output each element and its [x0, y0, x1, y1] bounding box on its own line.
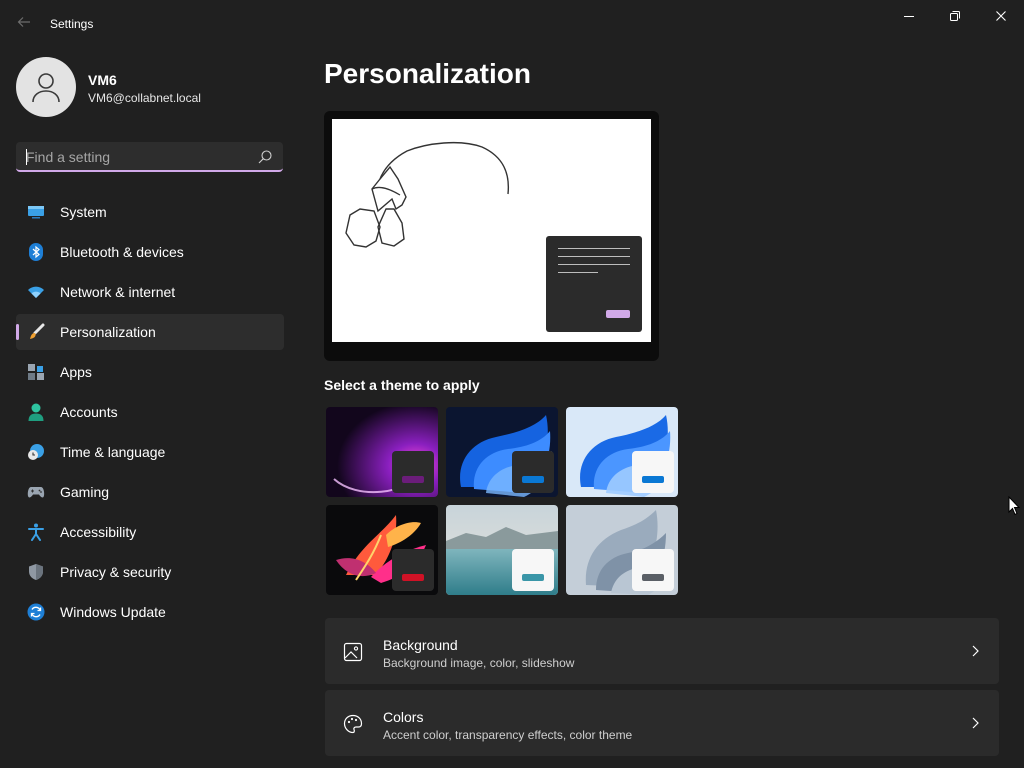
sidebar-item-network[interactable]: Network & internet: [16, 274, 284, 310]
sidebar-item-label: Apps: [60, 364, 92, 380]
sidebar-item-label: Privacy & security: [60, 564, 172, 580]
apps-icon: [27, 363, 45, 381]
card-title: Colors: [383, 709, 424, 725]
sidebar-item-apps[interactable]: Apps: [16, 354, 284, 390]
sidebar-item-label: Gaming: [60, 484, 110, 500]
sidebar-item-label: Bluetooth & devices: [60, 244, 184, 260]
sidebar-nav: System Bluetooth & devices Network & int…: [16, 194, 284, 634]
sidebar-item-windows-update[interactable]: Windows Update: [16, 594, 284, 630]
sidebar-item-time-language[interactable]: Time & language: [16, 434, 284, 470]
card-subtitle: Accent color, transparency effects, colo…: [383, 728, 633, 742]
search-input[interactable]: [26, 147, 246, 167]
wifi-icon: [27, 283, 45, 301]
theme-mini-window: [632, 451, 674, 493]
theme-mini-window: [392, 549, 434, 591]
title-bar: Settings: [0, 0, 1024, 48]
avatar[interactable]: [16, 57, 76, 117]
selection-indicator: [16, 324, 19, 340]
search-box[interactable]: [16, 142, 283, 172]
theme-thumbnail[interactable]: [566, 505, 678, 595]
window-title: Settings: [50, 17, 94, 31]
minimize-button[interactable]: [886, 0, 932, 32]
bluetooth-icon: [27, 243, 45, 261]
sidebar-item-gaming[interactable]: Gaming: [16, 474, 284, 510]
theme-thumbnail[interactable]: [446, 407, 558, 497]
restore-button[interactable]: [932, 0, 978, 32]
sidebar-item-label: Accounts: [60, 404, 118, 420]
sidebar-item-label: System: [60, 204, 107, 220]
sidebar-item-label: Accessibility: [60, 524, 137, 540]
sidebar-item-personalization[interactable]: Personalization: [16, 314, 284, 350]
background-card[interactable]: Background Background image, color, slid…: [325, 618, 999, 684]
image-icon: [343, 642, 363, 662]
close-icon: [996, 11, 1006, 21]
theme-thumbnail[interactable]: [446, 505, 558, 595]
themes-heading: Select a theme to apply: [324, 377, 480, 393]
sidebar-item-bluetooth[interactable]: Bluetooth & devices: [16, 234, 284, 270]
gamepad-icon: [27, 483, 45, 501]
theme-mini-window: [632, 549, 674, 591]
sidebar-item-label: Time & language: [60, 444, 166, 460]
sidebar-item-system[interactable]: System: [16, 194, 284, 230]
preview-accent-button: [606, 310, 630, 318]
update-icon: [27, 603, 45, 621]
close-button[interactable]: [978, 0, 1024, 32]
theme-thumbnail[interactable]: [326, 407, 438, 497]
text-caret: [26, 149, 27, 165]
accessibility-icon: [27, 523, 45, 541]
palette-icon: [343, 714, 363, 734]
back-arrow-icon[interactable]: [14, 14, 34, 34]
minimize-icon: [904, 16, 914, 17]
sidebar-item-accounts[interactable]: Accounts: [16, 394, 284, 430]
brush-icon: [27, 323, 45, 341]
shield-icon: [27, 563, 45, 581]
theme-mini-window: [392, 451, 434, 493]
sidebar-item-accessibility[interactable]: Accessibility: [16, 514, 284, 550]
sidebar-item-label: Windows Update: [60, 604, 166, 620]
user-email: VM6@collabnet.local: [88, 91, 201, 105]
sidebar-item-privacy[interactable]: Privacy & security: [16, 554, 284, 590]
chevron-right-icon: [972, 717, 979, 729]
card-subtitle: Background image, color, slideshow: [383, 656, 575, 670]
theme-thumbnail[interactable]: [326, 505, 438, 595]
user-name: VM6: [88, 72, 117, 88]
theme-thumbnail[interactable]: [566, 407, 678, 497]
mouse-cursor-icon: [1008, 496, 1020, 516]
search-icon[interactable]: [257, 149, 273, 165]
preview-window: [546, 236, 642, 332]
page-title: Personalization: [324, 58, 531, 89]
sidebar-item-label: Network & internet: [60, 284, 176, 300]
chevron-right-icon: [972, 645, 979, 657]
colors-card[interactable]: Colors Accent color, transparency effect…: [325, 690, 999, 756]
restore-icon: [950, 11, 960, 21]
system-icon: [27, 203, 45, 221]
accounts-icon: [27, 403, 45, 421]
theme-mini-window: [512, 451, 554, 493]
user-icon: [32, 73, 60, 103]
preview-desktop: [332, 119, 651, 342]
clock-globe-icon: [27, 443, 45, 461]
theme-mini-window: [512, 549, 554, 591]
theme-preview: [324, 111, 659, 361]
sidebar-item-label: Personalization: [60, 324, 156, 340]
card-title: Background: [383, 637, 458, 653]
